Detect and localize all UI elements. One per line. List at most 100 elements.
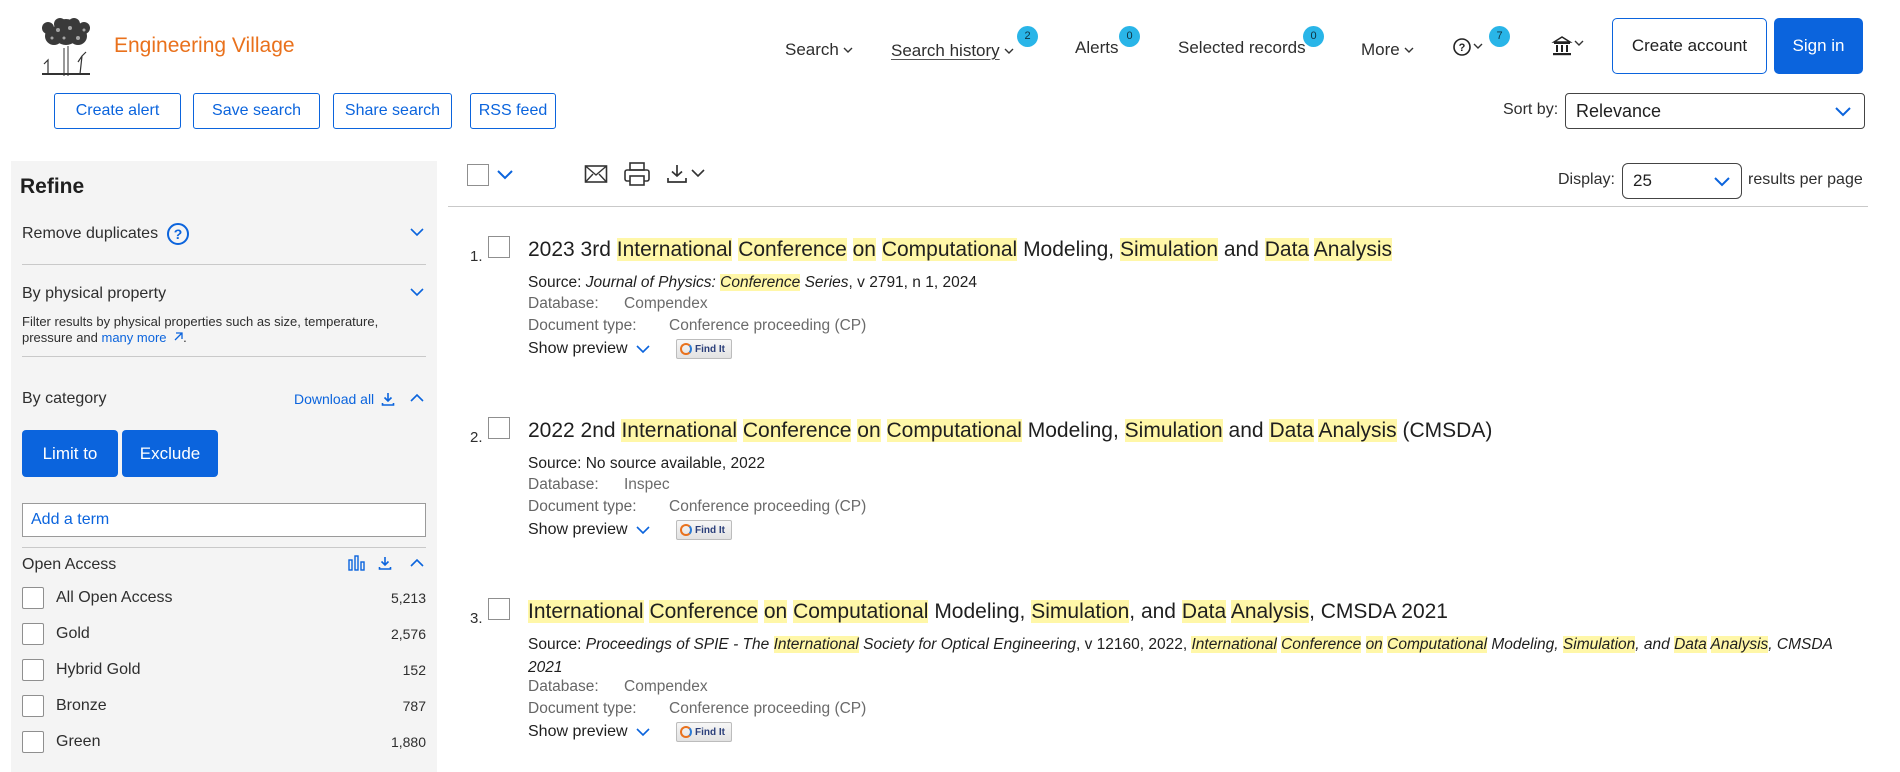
create-account-button[interactable]: Create account [1612, 18, 1767, 74]
checkbox[interactable] [22, 659, 44, 681]
nav-selected-records-label: Selected records [1178, 38, 1306, 57]
checkbox[interactable] [22, 587, 44, 609]
remove-duplicates-toggle[interactable]: Remove duplicates ? [22, 222, 190, 246]
svg-text:?: ? [174, 226, 183, 242]
source-label: Source: [528, 455, 582, 472]
source-label: Source: [528, 636, 582, 653]
download-all-link[interactable]: Download all [294, 391, 395, 407]
option-label: Bronze [56, 697, 107, 714]
elsevier-tree-logo[interactable] [34, 16, 98, 78]
show-preview-label: Show preview [528, 521, 628, 538]
database-value: Compendex [624, 678, 708, 695]
sort-label: Sort by: [1503, 101, 1559, 118]
document-type-value: Conference proceeding (CP) [669, 700, 867, 717]
chevron-down-icon [636, 526, 650, 535]
find-it-button[interactable]: Find It [676, 339, 732, 359]
result-checkbox[interactable] [488, 598, 510, 620]
document-type-value: Conference proceeding (CP) [669, 317, 867, 334]
show-preview-button[interactable]: Show preview [528, 521, 650, 539]
nav-alerts[interactable]: Alerts [1075, 38, 1118, 58]
many-more-link[interactable]: many more [102, 330, 184, 345]
result-number: 1. [470, 248, 483, 265]
nav-selected-records[interactable]: Selected records [1178, 38, 1306, 58]
chevron-down-icon[interactable] [410, 227, 424, 237]
chevron-down-icon [1004, 48, 1014, 54]
open-access-option[interactable]: Green 1,880 [22, 730, 426, 754]
email-icon[interactable] [584, 164, 608, 184]
chevron-down-icon[interactable] [410, 287, 424, 297]
physical-property-description: Filter results by physical properties su… [22, 314, 422, 346]
result-number: 2. [470, 429, 483, 446]
exclude-button[interactable]: Exclude [122, 430, 218, 477]
option-label: All Open Access [56, 589, 173, 606]
download-icon[interactable] [378, 556, 392, 570]
result-document-type: Document type: Conference proceeding (CP) [528, 317, 866, 335]
checkbox[interactable] [22, 623, 44, 645]
result-source: Source: Proceedings of SPIE - The Intern… [528, 636, 1833, 676]
result-title[interactable]: International Conference on Computationa… [528, 598, 1858, 626]
checkbox[interactable] [22, 695, 44, 717]
selected-records-badge: 0 [1303, 26, 1324, 47]
nav-more[interactable]: More [1361, 40, 1415, 60]
find-it-label: Find It [695, 343, 725, 355]
chevron-up-icon[interactable] [410, 558, 424, 568]
physical-property-toggle[interactable]: By physical property [22, 285, 166, 303]
chevron-down-icon [636, 345, 650, 354]
find-it-label: Find It [695, 726, 725, 738]
add-term-input[interactable] [22, 503, 426, 537]
result-checkbox[interactable] [488, 236, 510, 258]
select-all-checkbox[interactable] [467, 164, 489, 186]
download-icon[interactable] [666, 163, 710, 185]
nav-search-history[interactable]: Search history [891, 41, 1015, 61]
create-alert-button[interactable]: Create alert [54, 93, 181, 129]
sign-in-button[interactable]: Sign in [1774, 18, 1863, 74]
top-header: Engineering Village Search Search histor… [0, 0, 1900, 88]
find-it-button[interactable]: Find It [676, 520, 732, 540]
database-label: Database: [528, 678, 599, 695]
checkbox[interactable] [22, 731, 44, 753]
show-preview-button[interactable]: Show preview [528, 723, 650, 741]
open-access-option[interactable]: Hybrid Gold 152 [22, 658, 426, 682]
rss-feed-button[interactable]: RSS feed [470, 93, 556, 129]
show-preview-button[interactable]: Show preview [528, 340, 650, 358]
open-access-option[interactable]: All Open Access 5,213 [22, 586, 426, 610]
results-toolbar: Display: 25 results per page [448, 161, 1868, 207]
chevron-down-icon [1714, 177, 1730, 187]
print-icon[interactable] [623, 161, 651, 187]
find-it-button[interactable]: Find It [676, 722, 732, 742]
sort-select[interactable]: Relevance [1565, 93, 1865, 129]
result-item: 3. International Conference on Computati… [448, 598, 1868, 748]
help-circle-icon[interactable]: ? [166, 222, 190, 246]
find-it-icon [680, 524, 692, 536]
chevron-up-icon[interactable] [410, 393, 424, 403]
result-title[interactable]: 2022 2nd International Conference on Com… [528, 417, 1858, 445]
limit-to-button[interactable]: Limit to [22, 430, 118, 477]
open-access-option[interactable]: Gold 2,576 [22, 622, 426, 646]
result-title[interactable]: 2023 3rd International Conference on Com… [528, 236, 1858, 264]
brand-name[interactable]: Engineering Village [114, 34, 295, 58]
open-access-option[interactable]: Bronze 787 [22, 694, 426, 718]
result-number: 3. [470, 610, 483, 627]
download-icon [381, 393, 395, 406]
many-more-label: many more [101, 330, 167, 345]
bar-chart-icon[interactable] [348, 555, 366, 571]
sort-value: Relevance [1576, 100, 1662, 121]
results-per-page-label: results per page [1748, 171, 1863, 188]
option-count: 152 [402, 662, 426, 678]
result-checkbox[interactable] [488, 417, 510, 439]
share-search-button[interactable]: Share search [333, 93, 452, 129]
divider [22, 264, 426, 265]
display-count-select[interactable]: 25 [1622, 163, 1742, 199]
option-count: 787 [402, 698, 426, 714]
nav-search[interactable]: Search [785, 40, 854, 60]
chevron-down-icon[interactable] [496, 169, 514, 181]
page: Engineering Village Search Search histor… [0, 0, 1900, 772]
result-database: Database: Compendex [528, 678, 708, 696]
institution-icon[interactable] [1551, 34, 1589, 58]
database-label: Database: [528, 476, 599, 493]
database-value: Inspec [624, 476, 670, 493]
option-count: 1,880 [390, 734, 426, 750]
result-database: Database: Inspec [528, 476, 670, 494]
save-search-button[interactable]: Save search [193, 93, 320, 129]
nav-search-label: Search [785, 40, 839, 59]
